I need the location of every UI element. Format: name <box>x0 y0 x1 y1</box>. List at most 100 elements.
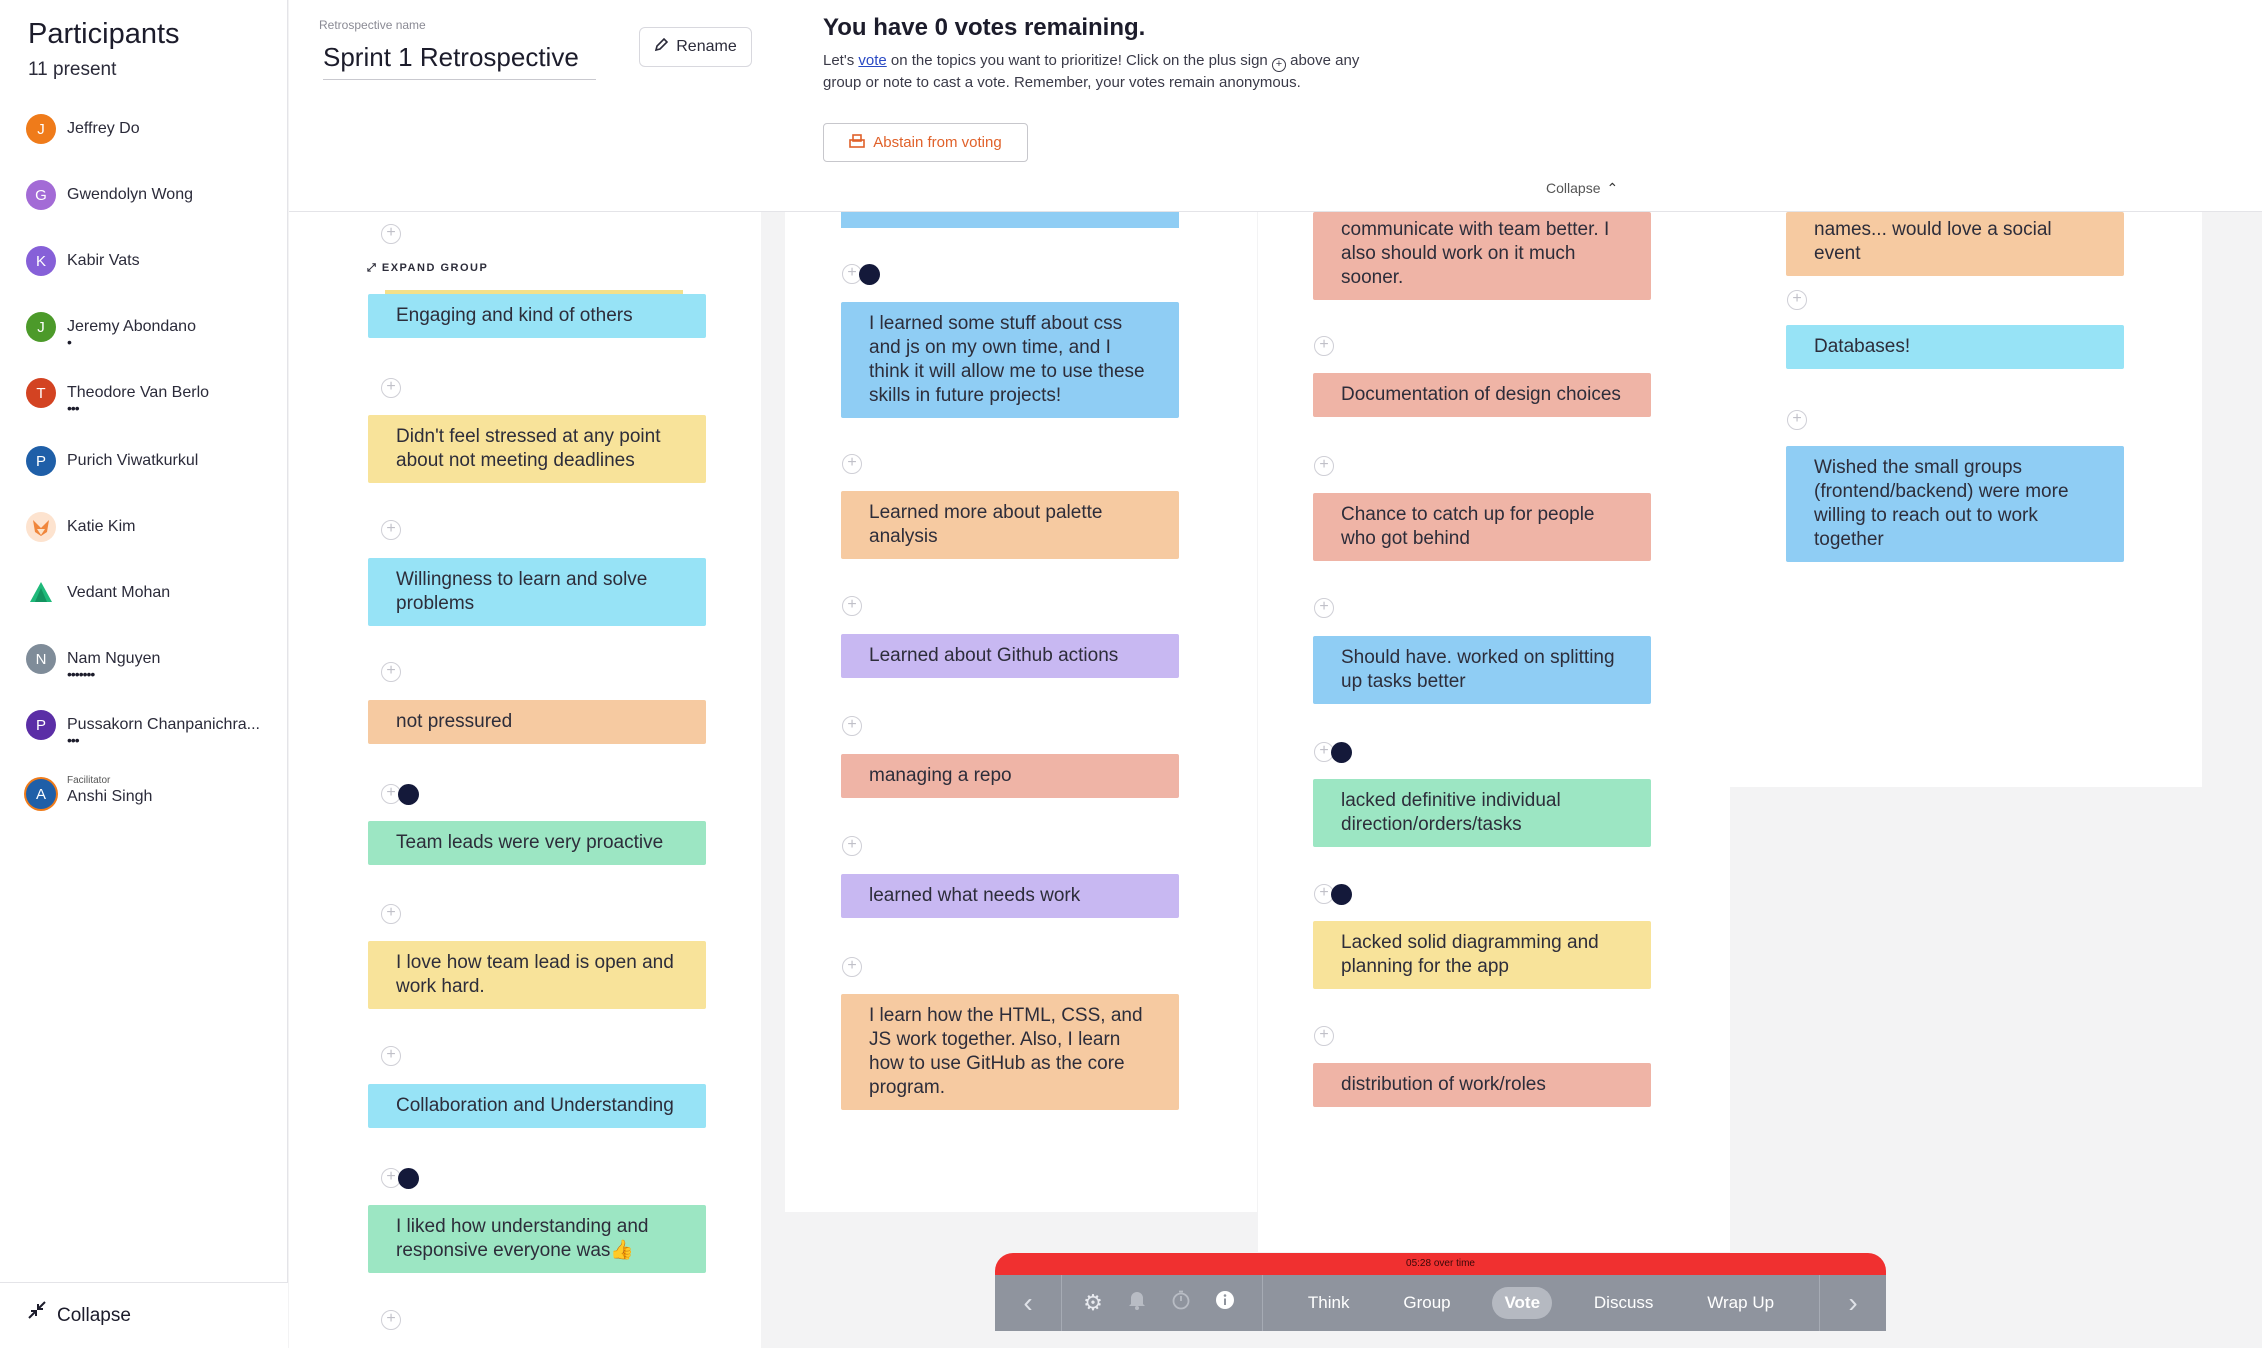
expand-group-button[interactable]: ⤢ EXPAND GROUP <box>367 262 488 275</box>
note-card[interactable]: I love how team lead is open and work ha… <box>368 941 706 1009</box>
note-card[interactable]: learned what needs work <box>841 874 1179 918</box>
info-icon[interactable] <box>1214 1290 1236 1316</box>
avatar: J <box>26 312 56 342</box>
participant-item[interactable]: P Pussakorn Chanpanichra... ••• <box>26 710 276 750</box>
retro-name-input[interactable] <box>323 36 596 80</box>
rename-button[interactable]: Rename <box>639 27 752 67</box>
add-vote-icon[interactable]: + <box>1314 598 1334 618</box>
typing-indicator: ••• <box>67 732 80 748</box>
tab-wrap-up[interactable]: Wrap Up <box>1695 1287 1786 1319</box>
add-vote-icon[interactable]: + <box>381 662 401 682</box>
instructions-text: Let's <box>823 52 859 69</box>
add-vote-icon[interactable]: + <box>842 836 862 856</box>
add-vote-icon[interactable]: + <box>381 1046 401 1066</box>
note-card[interactable]: lacked definitive individual direction/o… <box>1313 779 1651 847</box>
note-card[interactable]: Learned about Github actions <box>841 634 1179 678</box>
add-vote-icon[interactable]: + <box>842 957 862 977</box>
abstain-label: Abstain from voting <box>873 134 1002 151</box>
abstain-button[interactable]: Abstain from voting <box>823 123 1028 162</box>
add-vote-icon[interactable]: + <box>381 904 401 924</box>
add-vote-icon[interactable]: + <box>381 378 401 398</box>
participant-item[interactable]: A Facilitator Anshi Singh <box>26 775 276 819</box>
participant-item[interactable]: G Gwendolyn Wong <box>26 180 276 220</box>
next-phase-button[interactable]: › <box>1820 1275 1886 1331</box>
facilitator-tools: ⚙ <box>1062 1290 1262 1316</box>
collapse-label: Collapse <box>57 1305 131 1326</box>
note-card[interactable]: Team leads were very proactive <box>368 821 706 865</box>
add-vote-icon[interactable]: + <box>1314 1026 1334 1046</box>
rename-label: Rename <box>676 38 737 55</box>
participant-item[interactable]: P Purich Viwatkurkul <box>26 446 276 486</box>
avatar: G <box>26 180 56 210</box>
chevron-left-icon: ‹ <box>1023 1287 1033 1318</box>
chevron-right-icon: › <box>1848 1287 1858 1318</box>
typing-indicator: ••• <box>67 400 80 416</box>
add-vote-icon[interactable]: + <box>381 520 401 540</box>
tab-think[interactable]: Think <box>1296 1287 1362 1319</box>
note-card[interactable]: Chance to catch up for people who got be… <box>1313 493 1651 561</box>
avatar: N <box>26 644 56 674</box>
gear-icon[interactable]: ⚙ <box>1082 1290 1104 1316</box>
note-card[interactable]: names... would love a social event <box>1786 212 2124 276</box>
column: communicate with team better. I also sho… <box>1258 212 1730 1252</box>
add-vote-icon[interactable]: + <box>842 716 862 736</box>
participant-item[interactable]: K Kabir Vats <box>26 246 276 286</box>
timer-icon[interactable] <box>1170 1290 1192 1316</box>
note-card[interactable]: Should have. worked on splitting up task… <box>1313 636 1651 704</box>
participant-item[interactable]: T Theodore Van Berlo ••• <box>26 378 276 418</box>
note-card[interactable]: distribution of work/roles <box>1313 1063 1651 1107</box>
note-card[interactable]: Lacked solid diagramming and planning fo… <box>1313 921 1651 989</box>
note-card[interactable]: Engaging and kind of others <box>368 294 706 338</box>
note-card[interactable]: Willingness to learn and solve problems <box>368 558 706 626</box>
participant-item[interactable]: J Jeremy Abondano • <box>26 312 276 352</box>
participant-item[interactable]: J Jeffrey Do <box>26 114 276 154</box>
add-vote-icon[interactable]: + <box>1787 410 1807 430</box>
sidebar-collapse-button[interactable]: Collapse <box>0 1282 288 1348</box>
add-vote-icon[interactable]: + <box>1314 456 1334 476</box>
overtime-timer: 05:28 over time <box>995 1253 1886 1275</box>
add-vote-icon[interactable]: + <box>842 454 862 474</box>
add-vote-icon[interactable]: + <box>381 1310 401 1330</box>
tab-group[interactable]: Group <box>1391 1287 1462 1319</box>
add-vote-icon[interactable]: + <box>1787 290 1807 310</box>
participant-item[interactable]: Vedant Mohan <box>26 578 276 618</box>
note-card[interactable]: communicate with team better. I also sho… <box>1313 212 1651 300</box>
add-vote-icon[interactable]: + <box>1314 336 1334 356</box>
expand-icon: ⤢ <box>367 262 382 274</box>
add-vote-icon[interactable]: + <box>842 596 862 616</box>
participant-item[interactable]: N Nam Nguyen ••••••• <box>26 644 276 684</box>
note-card[interactable]: I learned some stuff about css and js on… <box>841 302 1179 418</box>
tab-vote[interactable]: Vote <box>1492 1287 1553 1319</box>
tree-avatar-icon <box>30 582 52 602</box>
note-card[interactable]: managing a repo <box>841 754 1179 798</box>
expand-group-label: EXPAND GROUP <box>381 262 489 274</box>
participant-name: Jeffrey Do <box>67 120 140 137</box>
note-card[interactable]: Databases! <box>1786 325 2124 369</box>
header-collapse-button[interactable]: Collapse ⌃ <box>1546 180 1618 197</box>
vote-link[interactable]: vote <box>858 52 886 69</box>
participants-count: 11 present <box>28 59 117 80</box>
note-card[interactable]: Wished the small groups (frontend/backen… <box>1786 446 2124 562</box>
plus-circle-icon: + <box>1271 58 1286 72</box>
participant-item[interactable]: Katie Kim <box>26 512 276 552</box>
note-card[interactable]: I liked how understanding and responsive… <box>368 1205 706 1273</box>
participants-title: Participants <box>28 18 180 50</box>
participant-name: Purich Viwatkurkul <box>67 452 199 469</box>
participant-name: Theodore Van Berlo <box>67 384 210 401</box>
note-card[interactable]: not pressured <box>368 700 706 744</box>
note-card[interactable]: Learned more about palette analysis <box>841 491 1179 559</box>
avatar: K <box>26 246 56 276</box>
previous-phase-button[interactable]: ‹ <box>995 1275 1061 1331</box>
note-card[interactable]: Didn't feel stressed at any point about … <box>368 415 706 483</box>
tab-discuss[interactable]: Discuss <box>1582 1287 1666 1319</box>
note-card[interactable]: Collaboration and Understanding <box>368 1084 706 1128</box>
participant-name: Jeremy Abondano <box>67 318 196 335</box>
note-card-partial[interactable] <box>841 212 1179 228</box>
participants-sidebar: Participants 11 present J Jeffrey Do G G… <box>0 0 288 1348</box>
note-card[interactable]: I learn how the HTML, CSS, and JS work t… <box>841 994 1179 1110</box>
note-card[interactable]: Documentation of design choices <box>1313 373 1651 417</box>
add-vote-icon[interactable]: + <box>381 224 401 244</box>
avatar: T <box>26 378 56 408</box>
phase-controls: ‹ ⚙ Think Group Vote Discuss Wrap Up › <box>995 1275 1886 1331</box>
bell-icon[interactable] <box>1126 1290 1148 1316</box>
